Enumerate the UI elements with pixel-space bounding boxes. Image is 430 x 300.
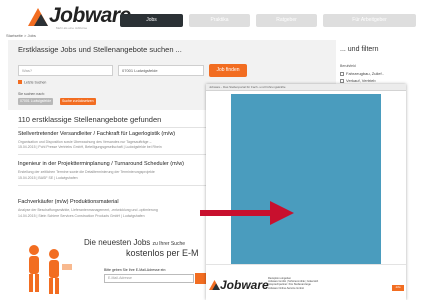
popup-content-panel <box>231 94 381 264</box>
job-title-2[interactable]: Ingenieur in der Projektterminplanung / … <box>18 161 184 167</box>
popup-window: Jobware - Das Stellenportal für Fach- un… <box>206 84 406 300</box>
job-meta-2: 15.04.2015 | BASF SE | Ludwigshafen <box>18 176 78 180</box>
nav-ratgeber[interactable]: Ratgeber <box>256 14 317 27</box>
location-chip[interactable]: 07001 Ludwigsfelde <box>18 98 54 105</box>
recent-searches-link[interactable]: Letzte Suchen <box>18 80 46 85</box>
popup-top-bar: Jobware - Das Stellenportal für Fach- un… <box>206 84 406 91</box>
job-title-1[interactable]: Stellvertretender Versandleiter / Fachkr… <box>18 131 175 137</box>
footer-line: Jobware Online-Service GmbH <box>268 286 304 290</box>
arrow-right-icon <box>200 201 294 225</box>
newsletter-box: Die neuesten Jobs zu Ihrer Suche kostenl… <box>18 228 211 298</box>
job-meta-3: 14.04.2015 | Stein Schiere Services Cons… <box>18 214 145 218</box>
newsletter-headline-line2: kostenlos per E-M <box>126 248 199 258</box>
nav-jobs[interactable]: Jobs <box>120 14 183 27</box>
newsletter-prompt: Bitte geben Sie Ihre E-Mail-Adresse ein: <box>104 268 167 272</box>
jobware-logo-icon <box>28 8 48 26</box>
what-input[interactable]: Was? <box>18 65 113 76</box>
recent-square-icon <box>18 80 22 84</box>
job-desc-3: Analyse der Beschaffungsmärkte, Lieferan… <box>18 208 158 212</box>
popup-footer-text: Rezeption eingeben Jobware GmbH | Schüre… <box>268 277 318 290</box>
newsletter-headline: Die neuesten Jobs zu Ihrer Suche <box>84 238 185 247</box>
filter-checkbox-1[interactable]: Fahrzeugbau, Zulief.. <box>340 71 384 76</box>
breadcrumb[interactable]: Startseite > Jobs <box>6 33 36 38</box>
results-heading: 110 erstklassige Stellenangebote gefunde… <box>18 115 162 124</box>
email-field[interactable]: E-Mail-Adresse <box>104 274 194 283</box>
recent-searches-label: Letzte Suchen <box>24 80 47 85</box>
filter-label: Berufsfeld <box>340 64 356 68</box>
filter-title: ... und filtern <box>340 46 379 53</box>
newsletter-headline-small: zu Ihrer Suche <box>152 241 186 247</box>
newsletter-headline-big: Die neuesten Jobs <box>84 238 151 247</box>
popup-footer-button[interactable]: Jobs <box>392 285 404 291</box>
checkbox-icon <box>340 71 344 76</box>
popup-footer-logo-text: Jobware <box>220 278 269 292</box>
search-title: Erstklassige Jobs und Stellenangebote su… <box>18 45 182 54</box>
filter-item-label: Verkauf, Vertrieb <box>346 78 376 83</box>
job-title-3[interactable]: Fachverkäufer (m/w) Produktionsmaterial <box>18 199 119 205</box>
job-desc-1: Organisation und Disposition sowie Überw… <box>18 140 152 144</box>
divider <box>18 127 208 128</box>
sought-label: Sie suchen nach: <box>18 92 45 96</box>
reset-search-chip[interactable]: Suche zurücksetzen <box>60 98 96 105</box>
checkbox-icon <box>340 78 344 83</box>
job-meta-1: 15.04.2015 | Pohl Presse Vertriebs GmbH,… <box>18 145 162 149</box>
jobware-logo-icon <box>209 280 220 290</box>
job-finden-button[interactable]: Job finden <box>209 64 247 77</box>
job-desc-2: Erstellung der zeitlichen Termine sowie … <box>18 170 155 174</box>
filter-item-label: Fahrzeugbau, Zulief.. <box>346 71 384 76</box>
where-input[interactable]: 07001 Ludwigsfelde <box>118 65 204 76</box>
divider <box>18 185 208 186</box>
popup-footer: Jobware Rezeption eingeben Jobware GmbH … <box>206 264 406 300</box>
person-illustration-icon <box>29 245 72 294</box>
divider <box>18 154 208 155</box>
nav-praktika[interactable]: Praktika <box>189 14 250 27</box>
nav-fuer-arbeitgeber[interactable]: Für Arbeitgeber <box>323 14 416 27</box>
logo-text: Jobware <box>49 4 131 27</box>
logo-tagline: Mehr als eine Jobbörse <box>56 26 88 30</box>
filter-checkbox-2[interactable]: Verkauf, Vertrieb <box>340 78 376 83</box>
